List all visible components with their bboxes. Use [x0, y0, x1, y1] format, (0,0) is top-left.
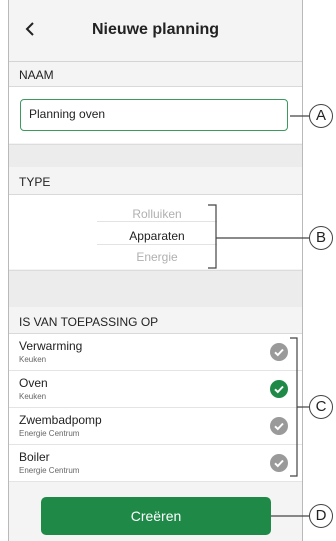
callout-lines	[208, 115, 309, 517]
callout-c: C	[309, 395, 333, 419]
callout-d: D	[309, 504, 333, 528]
callout-a: A	[309, 104, 333, 128]
callout-b: B	[309, 226, 333, 250]
